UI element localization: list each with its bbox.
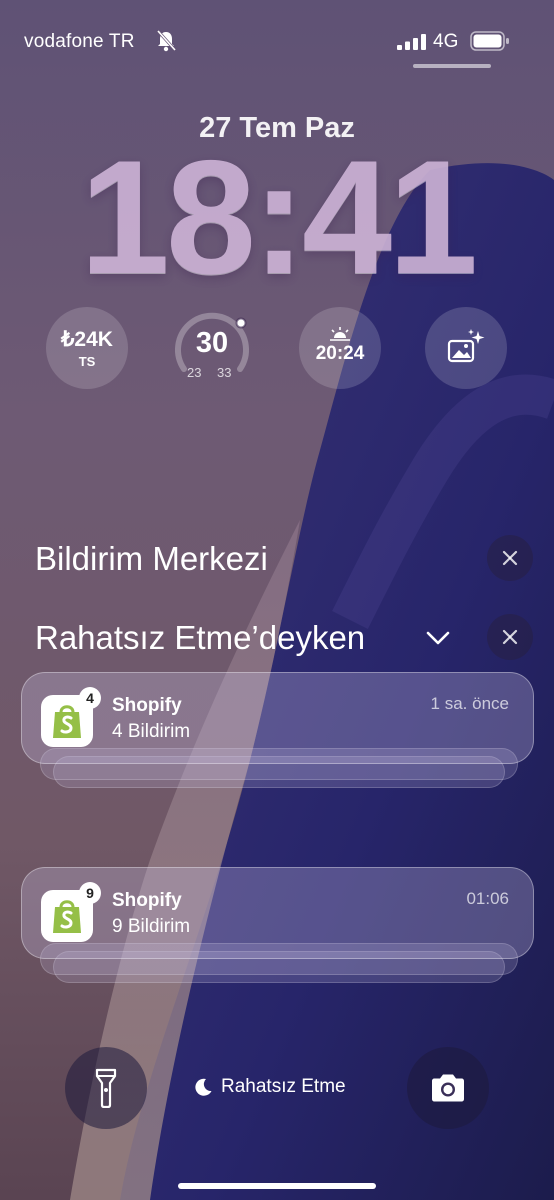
- battery-full-icon: [470, 31, 509, 51]
- dnd-section-title[interactable]: Rahatsız Etme’deyken: [35, 619, 365, 657]
- lock-clock: 18:41: [79, 127, 478, 308]
- notification-time: 1 sa. önce: [430, 694, 509, 713]
- photos-widget[interactable]: [425, 307, 507, 389]
- current-temperature: 30: [195, 327, 229, 359]
- cellular-signal-icon: [397, 34, 426, 50]
- notification-group-shopify-2[interactable]: 9 Shopify 9 Bildirim 01:06: [21, 867, 534, 959]
- notification-summary: 9 Bildirim: [112, 916, 191, 937]
- notification-app-name: Shopify: [112, 695, 182, 716]
- status-bar: vodafone TR 4G: [0, 0, 554, 80]
- flashlight-button[interactable]: [65, 1047, 147, 1129]
- price-value: ₺24K: [61, 328, 113, 351]
- clear-notification-center-button[interactable]: [487, 535, 533, 581]
- flashlight-icon: [95, 1068, 117, 1108]
- photo-sparkle-icon: [447, 329, 485, 363]
- notification-summary: 4 Bildirim: [112, 721, 191, 742]
- status-indicator-line: [413, 64, 491, 68]
- sunset-time: 20:24: [315, 343, 365, 364]
- notification-group-shopify-1[interactable]: 4 Shopify 4 Bildirim 1 sa. önce: [21, 672, 534, 764]
- notification-center-title: Bildirim Merkezi: [35, 540, 268, 577]
- camera-icon: [432, 1074, 464, 1102]
- price-widget[interactable]: ₺24K TS: [46, 307, 128, 389]
- bell-slash-icon: [156, 30, 176, 52]
- focus-mode-label: Rahatsız Etme: [221, 1076, 346, 1097]
- clear-dnd-section-button[interactable]: [487, 614, 533, 660]
- chevron-down-icon[interactable]: [424, 628, 452, 648]
- home-indicator[interactable]: [178, 1183, 376, 1189]
- notification-time: 01:06: [466, 889, 509, 908]
- notification-count-badge: 9: [79, 882, 101, 904]
- sunset-icon: [330, 327, 350, 341]
- weather-gauge-widget[interactable]: 30 23 33: [171, 307, 253, 389]
- price-label: TS: [78, 354, 96, 369]
- min-temperature: 23: [187, 365, 202, 380]
- network-type: 4G: [433, 31, 459, 52]
- sunset-widget[interactable]: 20:24: [299, 307, 381, 389]
- notification-app-name: Shopify: [112, 890, 182, 911]
- close-icon: [502, 550, 518, 566]
- max-temperature: 33: [217, 365, 232, 380]
- moon-icon: [195, 1078, 212, 1096]
- focus-mode-indicator[interactable]: Rahatsız Etme: [193, 1076, 346, 1098]
- notification-count-badge: 4: [79, 687, 101, 709]
- camera-button[interactable]: [407, 1047, 489, 1129]
- carrier-name: vodafone TR: [24, 31, 135, 52]
- close-icon: [502, 629, 518, 645]
